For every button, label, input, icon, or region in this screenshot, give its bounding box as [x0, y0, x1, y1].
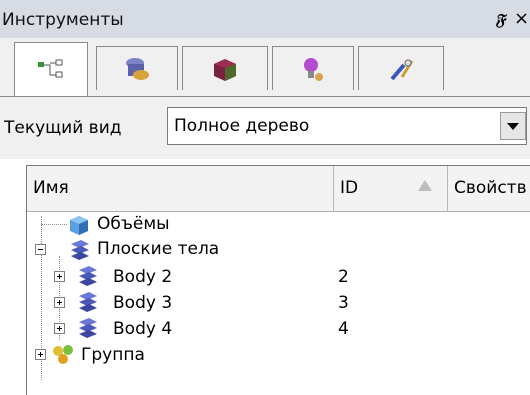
expand-icon[interactable] [35, 349, 46, 360]
collapse-icon[interactable] [35, 244, 46, 255]
column-header-id[interactable]: ID [334, 166, 448, 211]
volume-icon [70, 216, 88, 235]
body-icon [79, 292, 97, 312]
tab-tools[interactable] [358, 46, 444, 90]
tools-icon [390, 59, 414, 80]
expand-icon[interactable] [54, 271, 65, 282]
tree-node-icon [38, 59, 63, 77]
body-icon [79, 266, 97, 286]
tree-row-id: 3 [338, 293, 349, 313]
tree-row-label: Body 3 [113, 293, 173, 313]
pin-icon[interactable]: 𝔉 [495, 10, 505, 30]
material-cube-icon [214, 58, 236, 81]
tree-row-label: Плоские тела [97, 239, 220, 259]
column-header-name[interactable]: Имя [27, 166, 334, 211]
tree-row-flat-bodies[interactable]: Плоские тела [27, 237, 527, 263]
current-view-select[interactable]: Полное дерево [167, 107, 527, 145]
current-view-label: Текущий вид [4, 118, 122, 138]
tree-row-label: Объёмы [97, 214, 170, 234]
tab-materials[interactable] [182, 46, 268, 90]
bodies-icon [126, 57, 149, 80]
tab-lights[interactable] [272, 46, 354, 90]
panel-title: Инструменты [2, 10, 124, 30]
tree-row-body-3[interactable]: Body 3 3 [27, 289, 527, 315]
tree-row-group[interactable]: Группа [27, 341, 527, 367]
expand-icon[interactable] [54, 297, 65, 308]
close-icon[interactable]: × [514, 8, 529, 29]
tree-row-label: Body 2 [113, 267, 173, 287]
chevron-down-icon[interactable] [500, 112, 526, 140]
group-icon [53, 345, 73, 364]
sort-ascending-icon [418, 180, 432, 191]
tree-row-id: 4 [338, 319, 349, 339]
tree-row-volumes[interactable]: Объёмы [27, 212, 527, 238]
tree-row-label: Body 4 [113, 319, 173, 339]
tree-row-label: Группа [81, 345, 145, 365]
tab-bodies[interactable] [96, 46, 178, 90]
current-view-value: Полное дерево [174, 116, 310, 136]
tree-header: Имя ID Свойств [27, 166, 530, 212]
tree-row-id: 2 [338, 267, 349, 287]
body-icon [79, 318, 97, 338]
tab-tree[interactable] [14, 42, 88, 96]
tree-row-body-2[interactable]: Body 2 2 [27, 263, 527, 289]
panel-titlebar: Инструменты 𝔉 × [0, 0, 530, 38]
tree-row-body-4[interactable]: Body 4 4 [27, 315, 527, 341]
flat-bodies-icon [71, 240, 89, 260]
light-bulb-icon [304, 57, 323, 81]
expand-icon[interactable] [54, 323, 65, 334]
column-header-properties[interactable]: Свойств [448, 166, 530, 211]
